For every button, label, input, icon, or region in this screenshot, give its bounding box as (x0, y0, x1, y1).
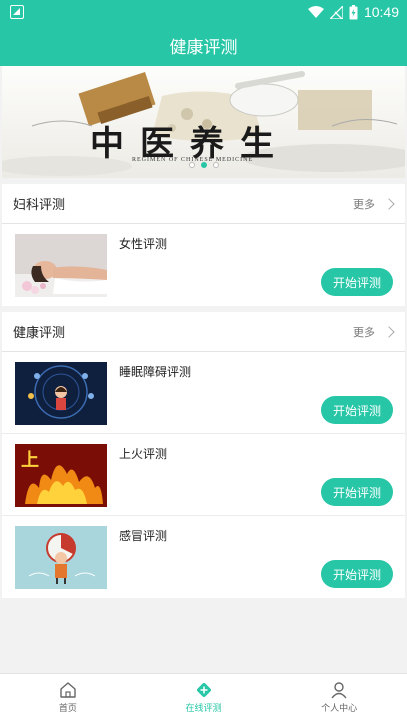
section-header: 妇科评测 更多 (2, 184, 405, 224)
thumbnail-spa-woman (15, 234, 107, 297)
home-icon (60, 682, 76, 698)
chevron-right-icon (383, 197, 395, 210)
assessment-item[interactable]: 上 上火评测 开始评测 (2, 434, 405, 516)
item-title: 上火评测 (119, 447, 168, 461)
page-title: 健康评测 (169, 37, 238, 58)
wifi-icon (307, 5, 324, 18)
banner-carousel[interactable]: 中医养生 REGIMEN OF CHINESE MEDICINE (2, 66, 405, 178)
svg-text:上: 上 (21, 450, 39, 471)
item-title: 睡眠障碍评测 (119, 365, 192, 379)
carousel-dot[interactable] (212, 162, 219, 168)
notification-icon (10, 5, 24, 19)
more-label: 更多 (353, 197, 375, 211)
battery-icon (349, 4, 358, 19)
section-title: 妇科评测 (13, 198, 66, 213)
section-title: 健康评测 (13, 326, 66, 341)
tab-profile[interactable]: 个人中心 (271, 674, 407, 721)
tab-home[interactable]: 首页 (0, 674, 136, 721)
item-title: 女性评测 (119, 237, 168, 251)
assessment-item[interactable]: 感冒评测 开始评测 (2, 516, 405, 598)
app-header: 健康评测 (0, 24, 407, 66)
status-bar: 10:49 (0, 0, 407, 24)
person-icon (331, 682, 347, 699)
more-label: 更多 (353, 325, 375, 339)
thumbnail-sleep (15, 362, 107, 425)
chevron-right-icon (383, 325, 395, 338)
plus-diamond-icon (196, 683, 211, 697)
tab-label: 个人中心 (321, 704, 358, 714)
tab-label: 在线评测 (185, 704, 222, 714)
more-link[interactable]: 更多 (353, 324, 395, 340)
more-link[interactable]: 更多 (353, 196, 395, 212)
carousel-indicator (2, 162, 405, 168)
item-title: 感冒评测 (119, 529, 168, 543)
carousel-dot[interactable] (188, 162, 195, 168)
section-header: 健康评测 更多 (2, 312, 405, 352)
start-assessment-button[interactable]: 开始评测 (321, 268, 393, 296)
start-assessment-button[interactable]: 开始评测 (321, 560, 393, 588)
bottom-tab-bar: 首页 在线评测 个人中心 (0, 673, 407, 721)
assessment-item[interactable]: 睡眠障碍评测 开始评测 (2, 352, 405, 434)
tab-online-assessment[interactable]: 在线评测 (136, 674, 272, 721)
thumbnail-cold (15, 526, 107, 589)
section-health: 健康评测 更多 睡眠障碍评测 开始评测 上 上火评测 开始评测 感冒评测 开始评… (2, 312, 405, 598)
start-assessment-button[interactable]: 开始评测 (321, 478, 393, 506)
clock: 10:49 (363, 4, 399, 20)
thumbnail-fire: 上 (15, 444, 107, 507)
tab-label: 首页 (58, 704, 77, 714)
assessment-item[interactable]: 女性评测 开始评测 (2, 224, 405, 306)
start-assessment-button[interactable]: 开始评测 (321, 396, 393, 424)
signal-icon (329, 5, 343, 19)
section-gynecology: 妇科评测 更多 女性评测 开始评测 (2, 184, 405, 306)
carousel-dot-active[interactable] (200, 162, 207, 168)
